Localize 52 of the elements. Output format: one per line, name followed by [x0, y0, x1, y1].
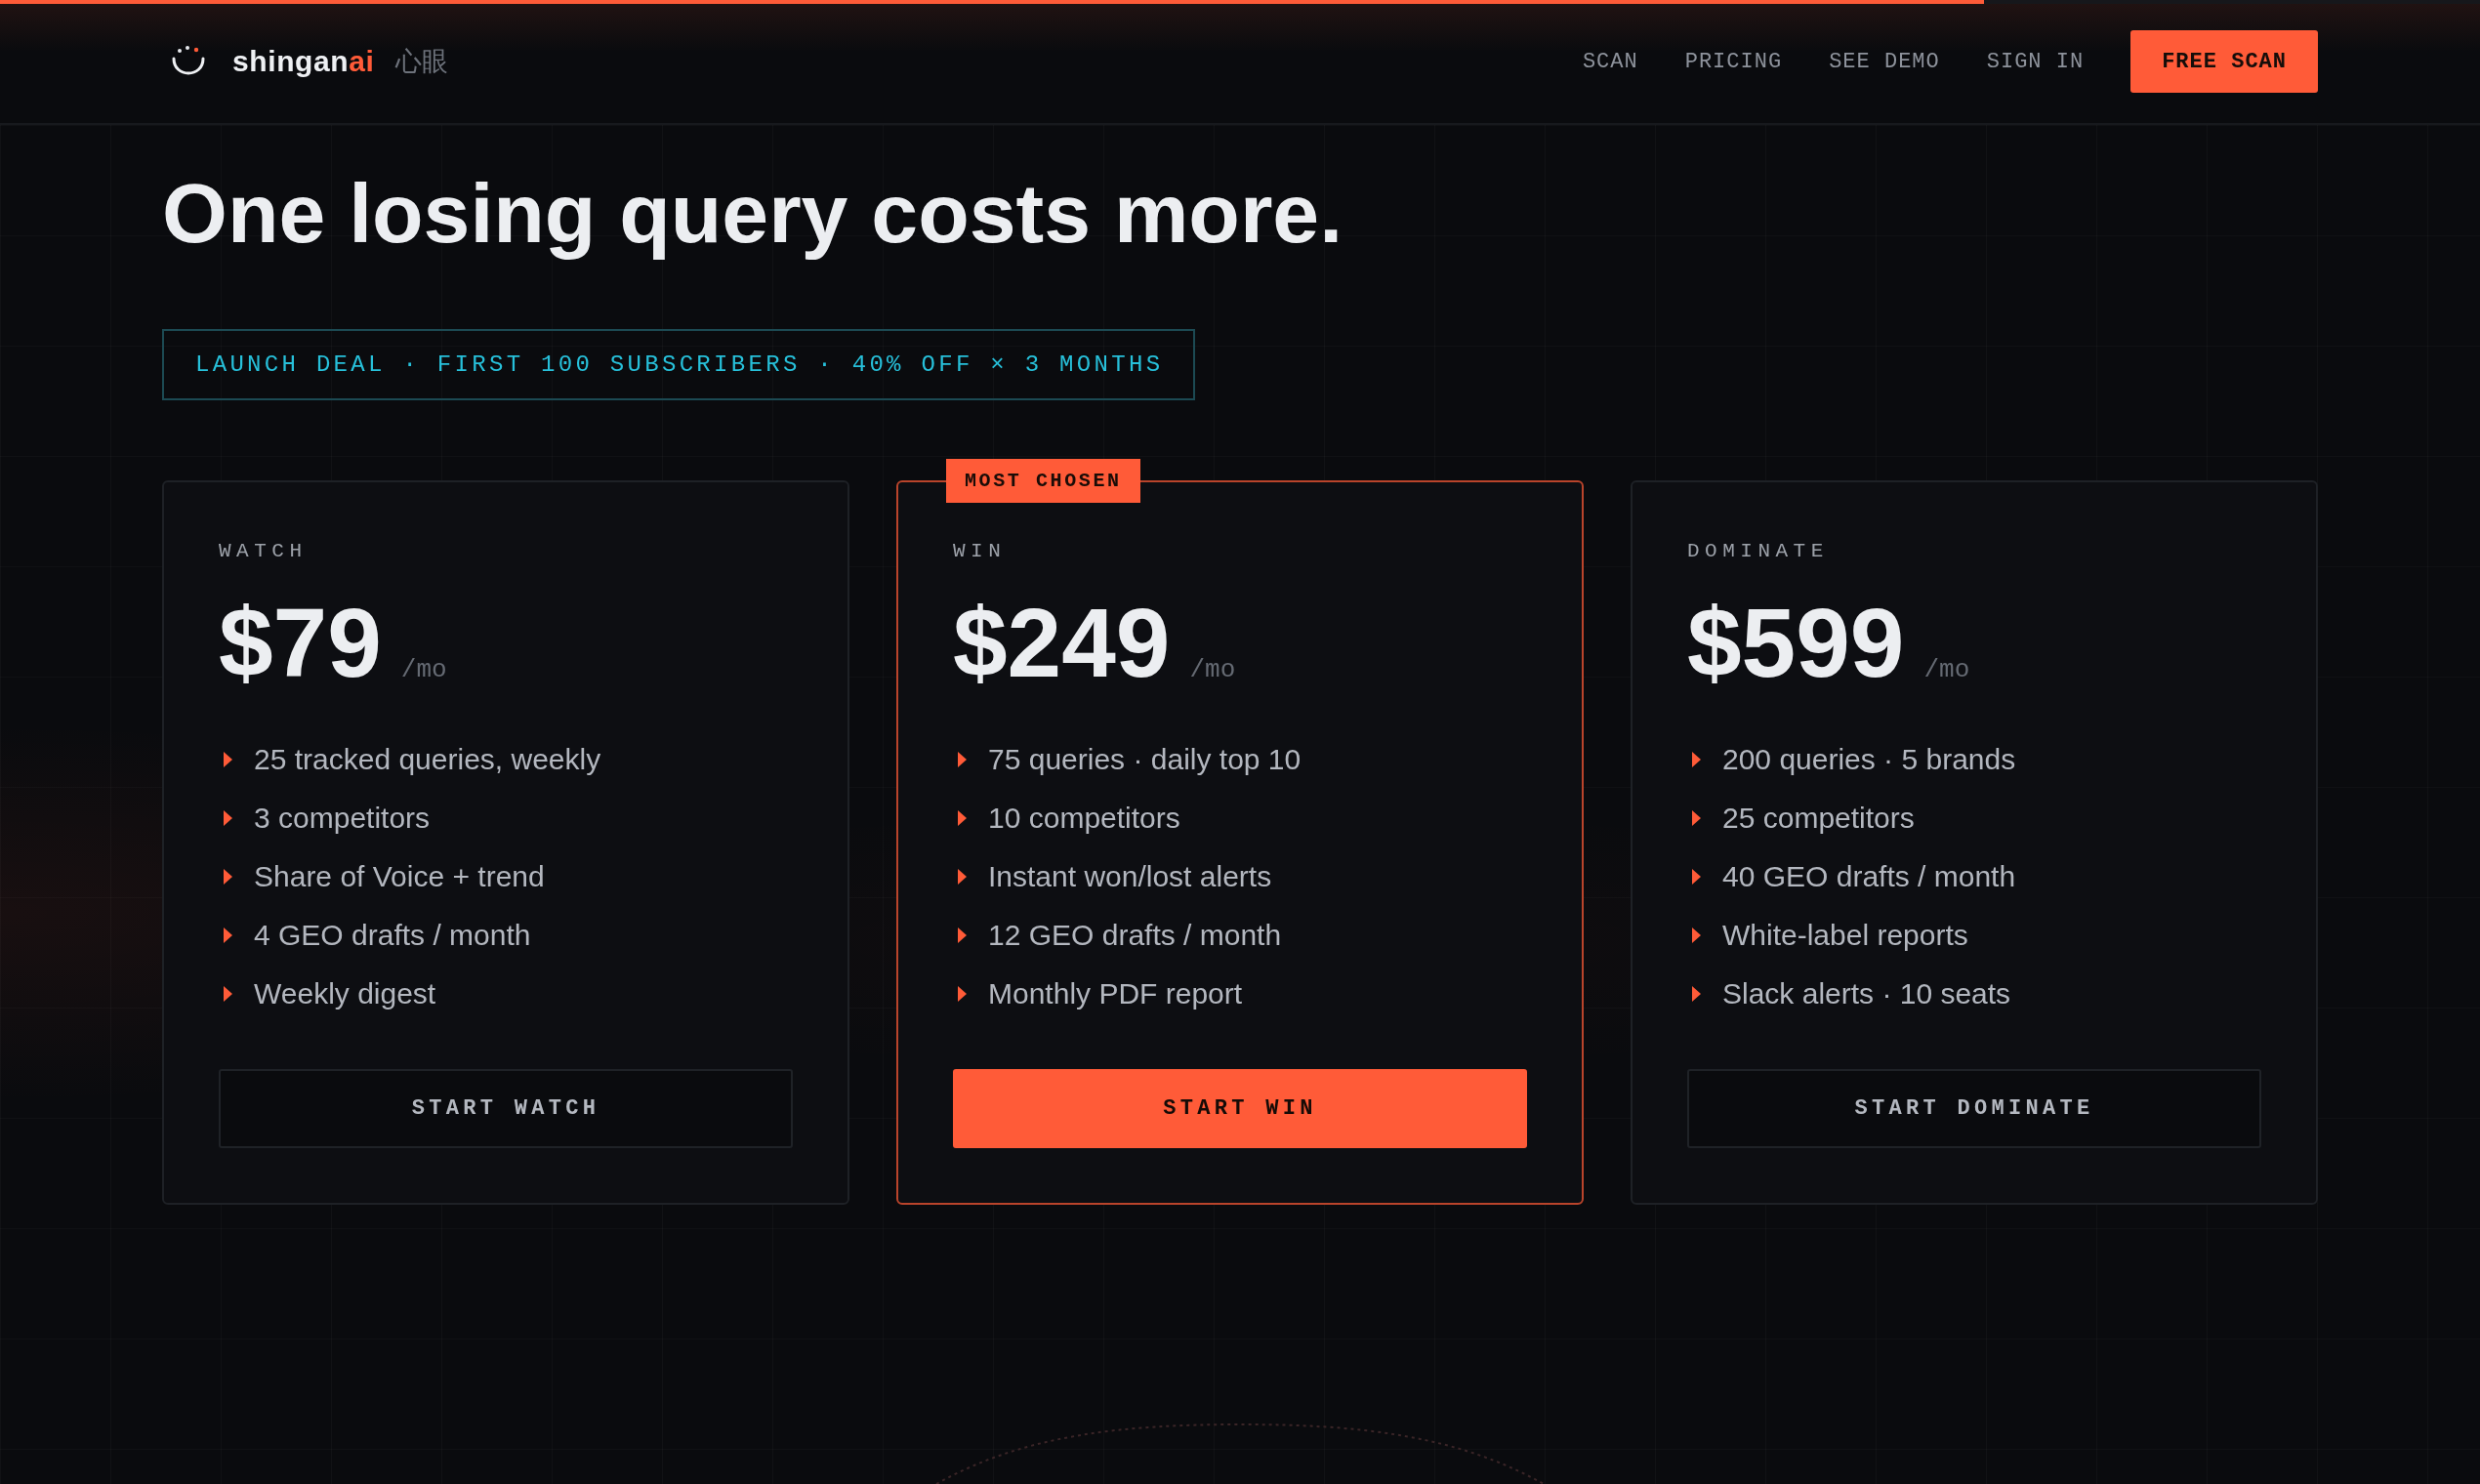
triangle-bullet-icon: [224, 868, 232, 885]
plan-badge: MOST CHOSEN: [946, 458, 1140, 503]
feature-text: 25 tracked queries, weekly: [254, 742, 601, 776]
plan-button[interactable]: START WIN: [953, 1068, 1527, 1148]
feature-text: Slack alerts · 10 seats: [1722, 976, 2011, 1010]
feature-text: 40 GEO drafts / month: [1722, 859, 2016, 893]
triangle-bullet-icon: [224, 809, 232, 826]
plan-price: $249: [953, 593, 1171, 691]
nav-link[interactable]: SCAN: [1582, 49, 1638, 74]
feature-text: 12 GEO drafts / month: [988, 918, 1282, 952]
free-scan-button[interactable]: FREE SCAN: [2130, 30, 2318, 93]
nav-link[interactable]: SIGN IN: [1986, 49, 2085, 74]
brand-kanji: 心眼: [395, 46, 449, 78]
promo-banner: LAUNCH DEAL · FIRST 100 SUBSCRIBERS · 40% OFF × 3 MONTHS: [162, 328, 1196, 400]
triangle-bullet-icon: [224, 985, 232, 1002]
feature-text: Monthly PDF report: [988, 976, 1243, 1010]
triangle-bullet-icon: [958, 985, 967, 1002]
page-headline: One losing query costs more.: [162, 167, 1343, 260]
feature-text: 3 competitors: [254, 801, 431, 835]
price-period: /mo: [1189, 656, 1236, 682]
nav-link[interactable]: PRICING: [1684, 49, 1783, 74]
plan-name: WATCH: [219, 540, 308, 562]
triangle-bullet-icon: [1692, 809, 1701, 826]
plan-name: DOMINATE: [1687, 540, 1829, 562]
triangle-bullet-icon: [1692, 751, 1701, 767]
feature-text: 10 competitors: [988, 801, 1180, 835]
triangle-bullet-icon: [224, 751, 232, 767]
triangle-bullet-icon: [1692, 927, 1701, 943]
brand-name: shinganai: [232, 45, 375, 78]
triangle-bullet-icon: [1692, 985, 1701, 1002]
triangle-bullet-icon: [224, 927, 232, 943]
plan-price: $599: [1687, 593, 1905, 691]
feature-text: White-label reports: [1722, 918, 1968, 952]
triangle-bullet-icon: [958, 868, 967, 885]
plan-name: WIN: [953, 540, 1007, 562]
feature-text: 25 competitors: [1722, 801, 1915, 835]
triangle-bullet-icon: [958, 927, 967, 943]
plan-button[interactable]: START DOMINATE: [1687, 1068, 2261, 1148]
price-period: /mo: [1923, 656, 1970, 682]
plan-button[interactable]: START WATCH: [219, 1068, 793, 1148]
feature-text: Share of Voice + trend: [254, 859, 545, 893]
price-period: /mo: [400, 656, 447, 682]
feature-text: 200 queries · 5 brands: [1722, 742, 2016, 776]
triangle-bullet-icon: [958, 809, 967, 826]
nav-link[interactable]: SEE DEMO: [1829, 49, 1940, 74]
plan-price: $79: [219, 593, 382, 691]
triangle-bullet-icon: [958, 751, 967, 767]
feature-text: 4 GEO drafts / month: [254, 918, 531, 952]
feature-text: 75 queries · daily top 10: [988, 742, 1302, 776]
triangle-bullet-icon: [1692, 868, 1701, 885]
feature-text: Weekly digest: [254, 976, 436, 1010]
feature-text: Instant won/lost alerts: [988, 859, 1272, 893]
